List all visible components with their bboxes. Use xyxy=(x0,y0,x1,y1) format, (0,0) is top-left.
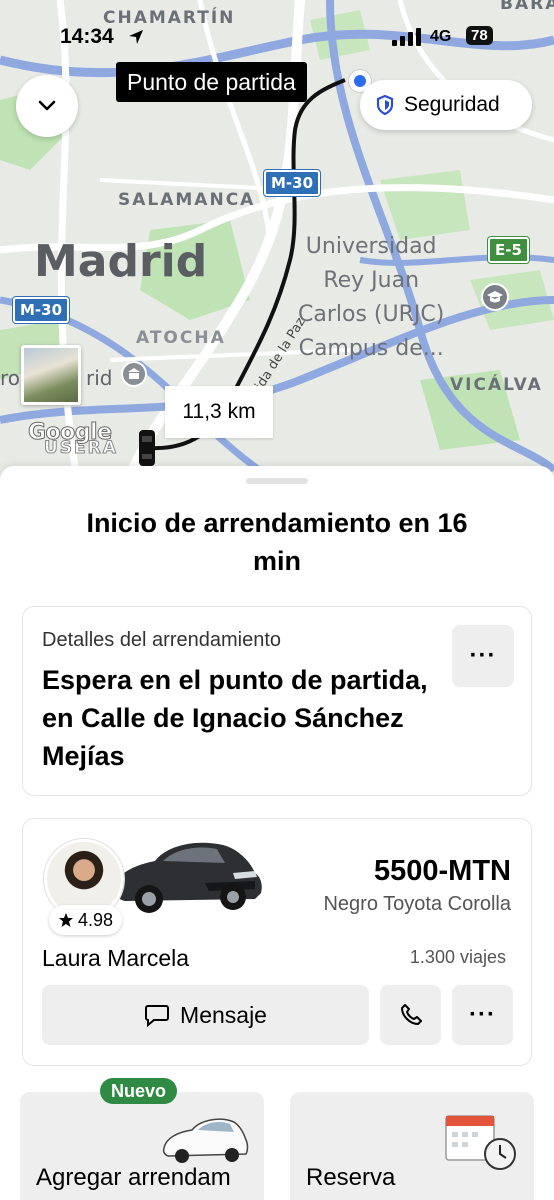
map-label-atocha: ATOCHA xyxy=(136,328,226,348)
driver-trip-count: 1.300 viajes xyxy=(409,947,506,967)
status-bar: 14:34 4G 78 xyxy=(0,22,554,52)
driver-card[interactable]: 4.98 5500-MTN Negro Toyota Corolla Laura… xyxy=(22,818,532,1066)
location-arrow-icon xyxy=(129,30,143,44)
driver-rating-value: 4.98 xyxy=(78,910,114,930)
license-plate: 5500-MTN xyxy=(374,855,511,887)
reserve-tile[interactable]: Reserva xyxy=(290,1092,534,1200)
add-rental-tile[interactable]: Agregar arrendam xyxy=(20,1092,264,1200)
map-label-left-cut2: rid xyxy=(86,366,113,390)
signal-icon xyxy=(392,28,421,46)
road-shield-m30-west: M-30 xyxy=(13,297,70,323)
calendar-clock-icon xyxy=(445,1115,516,1170)
trip-status-title: Inicio de arrendamiento en 16 min xyxy=(0,504,554,580)
university-line-1: Universidad xyxy=(305,234,437,259)
museum-poi-icon[interactable] xyxy=(120,360,148,388)
map-label-barajas: BARA xyxy=(500,0,554,14)
details-label: Detalles del arrendamiento xyxy=(42,629,282,651)
road-shield-e5: E-5 xyxy=(488,237,529,263)
call-button[interactable] xyxy=(380,985,441,1045)
car-model: Negro Toyota Corolla xyxy=(323,893,511,915)
reserve-label: Reserva xyxy=(306,1164,396,1191)
driver-rating: 4.98 xyxy=(49,905,123,935)
university-line-3: Carlos (URJC) xyxy=(298,302,445,327)
map-label-madrid: Madrid xyxy=(34,236,208,287)
road-shield-m30: M-30 xyxy=(264,170,321,196)
driver-name: Laura Marcela xyxy=(42,945,190,971)
star-icon xyxy=(59,913,73,927)
trip-status-title-text: Inicio de arrendamiento en 16 min xyxy=(86,508,468,576)
street-view-thumbnail[interactable] xyxy=(21,345,81,405)
map-view[interactable]: CHAMARTÍN BARA SALAMANCA Madrid ATOCHA U… xyxy=(0,0,554,500)
map-label-salamanca: SALAMANCA xyxy=(118,190,256,210)
rental-details-card[interactable]: Detalles del arrendamiento Espera en el … xyxy=(22,606,532,796)
pickup-label[interactable]: Punto de partida xyxy=(116,62,307,102)
driver-more-button[interactable]: ··· xyxy=(452,985,513,1045)
map-label-vicalvaro: VICÁLVA xyxy=(450,375,543,395)
safety-button[interactable]: Seguridad xyxy=(360,80,532,130)
details-text: Espera en el punto de partida, en Calle … xyxy=(42,665,428,771)
car-marker-icon xyxy=(139,430,155,466)
chevron-down-icon xyxy=(38,100,56,111)
collapse-button[interactable] xyxy=(16,75,78,137)
safety-label: Seguridad xyxy=(404,93,500,116)
car-image xyxy=(114,842,262,913)
map-label-left-cut: ro xyxy=(0,366,21,390)
network-type: 4G xyxy=(430,28,452,45)
details-more-button[interactable]: ··· xyxy=(452,625,514,687)
university-poi-icon[interactable] xyxy=(480,282,510,312)
message-label: Mensaje xyxy=(180,1001,267,1028)
message-button[interactable]: Mensaje xyxy=(42,985,369,1045)
sheet-grabber[interactable] xyxy=(246,478,308,484)
map-label-university[interactable]: Universidad Rey Juan Carlos (URJC) Campu… xyxy=(298,230,444,366)
status-time: 14:34 xyxy=(60,25,114,48)
university-line-2: Rey Juan xyxy=(323,268,420,293)
university-line-4: Campus de... xyxy=(298,336,444,361)
google-attribution: Google xyxy=(28,420,113,446)
add-rental-label: Agregar arrendam xyxy=(36,1164,231,1191)
battery-level: 78 xyxy=(466,26,493,45)
car-illustration-icon xyxy=(162,1118,249,1163)
chat-icon xyxy=(145,1005,170,1027)
phone-icon xyxy=(400,1004,422,1025)
shield-icon xyxy=(376,95,394,115)
new-badge: Nuevo xyxy=(100,1078,178,1104)
distance-label: 11,3 km xyxy=(165,386,273,438)
trip-sheet[interactable]: Inicio de arrendamiento en 16 min Detall… xyxy=(0,466,554,1200)
